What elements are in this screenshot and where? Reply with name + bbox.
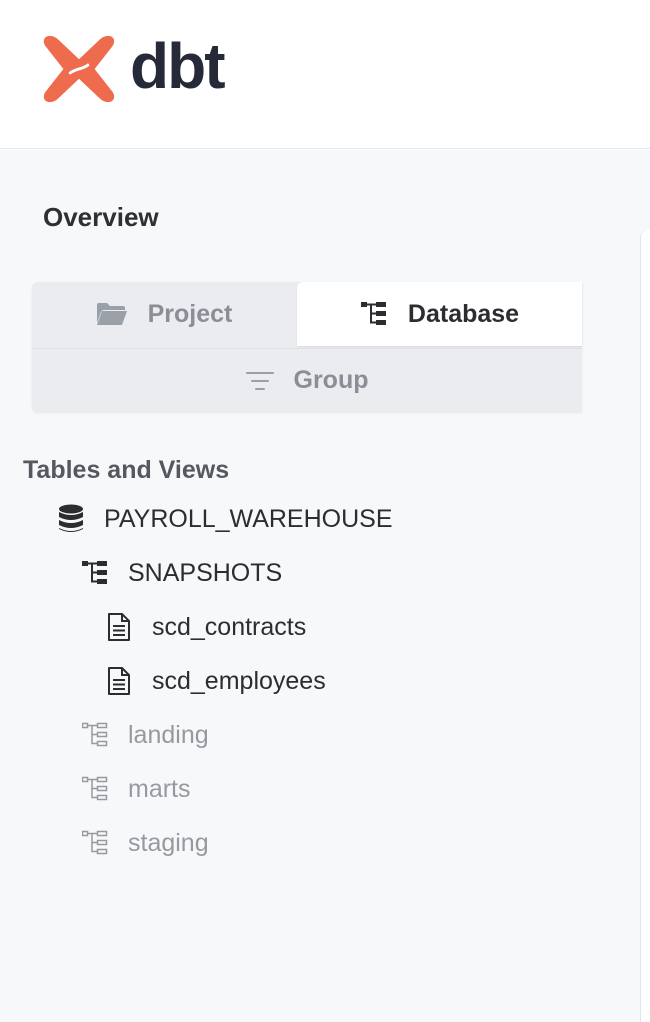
tree-item-label: PAYROLL_WAREHOUSE <box>104 504 393 533</box>
overview-heading: Overview <box>43 202 159 232</box>
tree-item-table[interactable]: scd_contracts <box>106 607 306 647</box>
tab-group[interactable]: Group <box>32 348 582 412</box>
tree-item-schema-staging[interactable]: staging <box>82 823 209 863</box>
main-panel-edge <box>640 230 650 1022</box>
tab-database[interactable]: Database <box>297 282 582 346</box>
tab-group-label: Group <box>293 366 369 394</box>
schema-tree-icon <box>82 775 108 803</box>
sidebar: Overview Project Database Group Tables a… <box>0 150 650 1022</box>
tree-item-schema-landing[interactable]: landing <box>82 715 209 755</box>
tables-and-views-heading: Tables and Views <box>23 456 230 484</box>
tree-item-label: marts <box>128 774 191 803</box>
tab-database-label: Database <box>407 299 520 328</box>
folder-icon <box>96 301 128 327</box>
document-icon <box>106 666 132 696</box>
tree-item-schema-snapshots[interactable]: SNAPSHOTS <box>82 553 282 593</box>
tree-item-label: scd_contracts <box>152 612 307 641</box>
database-icon <box>58 504 84 534</box>
tree-item-label: scd_employees <box>152 666 326 695</box>
schema-tree-icon <box>82 829 108 857</box>
tree-item-label: SNAPSHOTS <box>128 558 283 587</box>
schema-tree-icon <box>82 721 108 749</box>
tab-project[interactable]: Project <box>32 282 296 346</box>
tree-item-label: staging <box>128 828 209 857</box>
tab-project-label: Project <box>147 299 233 328</box>
filter-lines-icon <box>245 370 274 392</box>
dbt-logo[interactable]: dbt <box>40 30 225 108</box>
app-header: dbt <box>0 0 650 149</box>
tree-item-database[interactable]: PAYROLL_WAREHOUSE <box>58 499 393 539</box>
schema-tree-icon <box>82 559 108 587</box>
tree-item-table[interactable]: scd_employees <box>106 661 326 701</box>
dbt-logo-icon <box>43 35 115 103</box>
tree-item-label: landing <box>128 720 209 749</box>
tree-item-schema-marts[interactable]: marts <box>82 769 191 809</box>
view-tabs: Project Database Group <box>32 282 582 412</box>
schema-tree-icon <box>360 300 388 328</box>
document-icon <box>106 612 132 642</box>
logo-wordmark: dbt <box>130 30 225 102</box>
